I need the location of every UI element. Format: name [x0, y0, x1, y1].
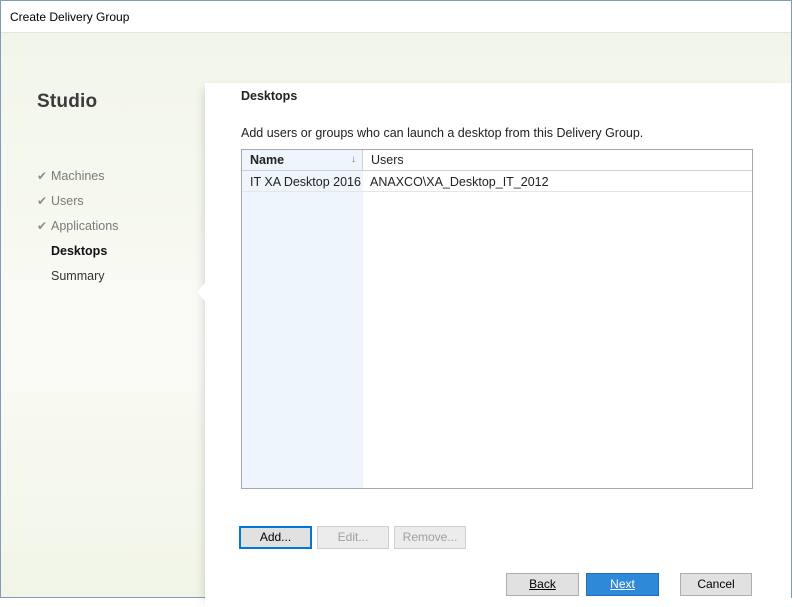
page-heading: Desktops — [241, 89, 298, 103]
step-applications: ✔ Applications — [37, 213, 118, 238]
step-label: Users — [51, 193, 84, 208]
step-machines: ✔ Machines — [37, 163, 118, 188]
check-icon: ✔ — [37, 193, 48, 208]
back-button[interactable]: Back — [506, 573, 579, 596]
step-label: Applications — [51, 218, 119, 233]
check-icon: ✔ — [37, 218, 48, 233]
sort-descending-icon: ↓ — [351, 154, 356, 165]
edit-button[interactable]: Edit... — [317, 526, 389, 549]
wizard-content-panel: Desktops Add users or groups who can lau… — [197, 83, 791, 607]
create-delivery-group-window: Create Delivery Group Studio ✔ Machines … — [0, 0, 792, 607]
step-summary: Summary — [37, 263, 118, 288]
column-header-name[interactable]: Name ↓ — [242, 150, 363, 170]
table-row[interactable]: IT XA Desktop 2016 ANAXCO\XA_Desktop_IT_… — [242, 171, 752, 192]
column-header-label: Name — [250, 153, 285, 167]
cell-name: IT XA Desktop 2016 — [250, 175, 361, 189]
step-label: Summary — [51, 268, 105, 283]
window-title-bar: Create Delivery Group — [1, 1, 791, 33]
step-desktops: Desktops — [37, 238, 118, 263]
column-header-label: Users — [371, 153, 404, 167]
instruction-text: Add users or groups who can launch a des… — [241, 126, 644, 140]
remove-button[interactable]: Remove... — [394, 526, 466, 549]
wizard-steps: ✔ Machines ✔ Users ✔ Applications Deskto… — [37, 163, 118, 288]
check-icon: ✔ — [37, 168, 48, 183]
studio-title: Studio — [37, 91, 98, 112]
cancel-button[interactable]: Cancel — [680, 573, 752, 596]
step-label: Machines — [51, 168, 105, 183]
wizard-sidebar: Studio ✔ Machines ✔ Users ✔ Applications… — [1, 33, 205, 597]
table-header: Name ↓ Users — [242, 150, 752, 171]
cell-users: ANAXCO\XA_Desktop_IT_2012 — [370, 175, 549, 189]
wizard-client-area: Studio ✔ Machines ✔ Users ✔ Applications… — [1, 33, 791, 607]
name-column-background — [242, 171, 363, 488]
column-header-users[interactable]: Users — [363, 150, 752, 170]
step-label: Desktops — [51, 243, 108, 258]
step-users: ✔ Users — [37, 188, 118, 213]
next-button[interactable]: Next — [586, 573, 659, 596]
add-button[interactable]: Add... — [239, 526, 312, 549]
current-step-pointer — [197, 283, 205, 301]
window-title: Create Delivery Group — [10, 10, 130, 24]
desktops-table[interactable]: Name ↓ Users IT XA Desktop 2016 ANAXCO\X… — [241, 149, 753, 489]
